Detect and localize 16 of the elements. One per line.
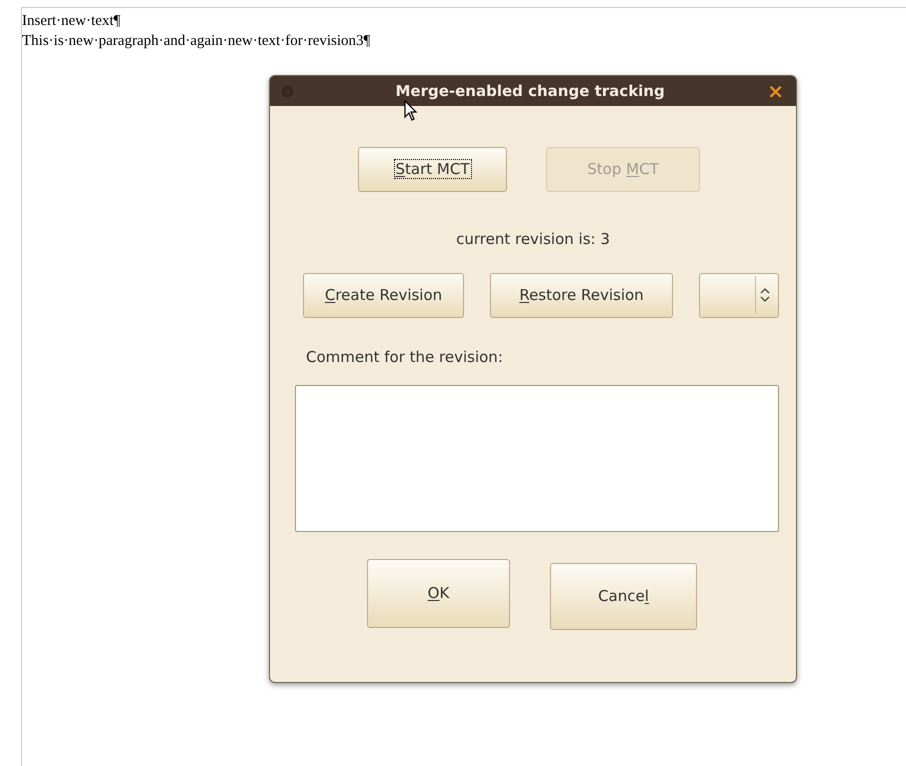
start-button[interactable]: Start MCT	[358, 147, 507, 192]
document-paragraph: This·is·new·paragraph·and·again·new·text·for·revision3¶	[22, 32, 370, 51]
mouse-pointer-icon	[404, 100, 418, 122]
revision-status: current revision is: 3	[456, 229, 610, 250]
comment-field[interactable]	[295, 385, 779, 532]
create-revision-button[interactable]: Create Revision	[303, 272, 464, 318]
up-down-icon	[760, 287, 770, 303]
close-button[interactable]: ×	[767, 81, 784, 101]
comment-label: Comment for the revision:	[306, 346, 503, 368]
window-title: Merge-enabled change tracking	[394, 80, 666, 102]
ok-button[interactable]: OK	[367, 559, 510, 628]
window-menu-icon[interactable]	[282, 86, 293, 96]
cancel-button[interactable]: Cancel	[550, 563, 697, 630]
revision-spinner[interactable]	[699, 272, 779, 318]
restore-revision-button[interactable]: Restore Revision	[490, 272, 673, 318]
document-paragraph: Insert·new·text¶	[22, 12, 120, 31]
